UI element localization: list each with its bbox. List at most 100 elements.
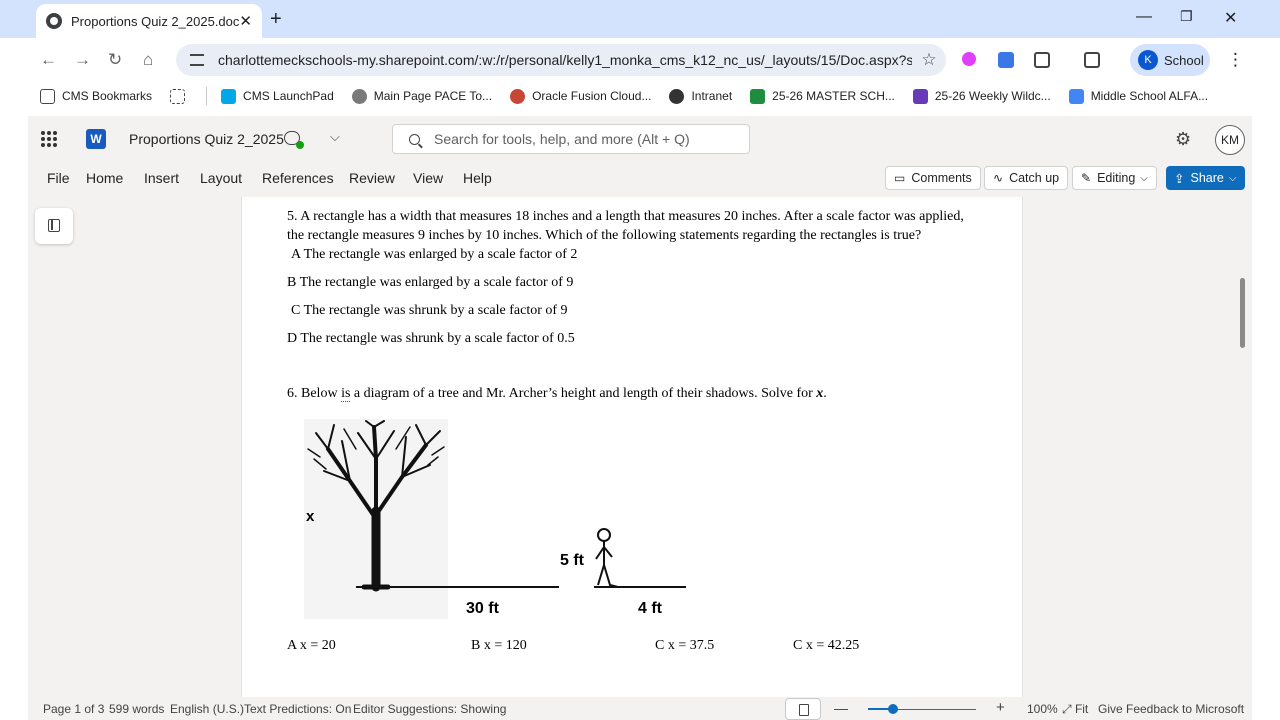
extension-icon[interactable] [962, 52, 976, 66]
minimize-icon[interactable]: — [1136, 8, 1152, 26]
cloud-saved-icon[interactable] [284, 131, 304, 149]
tree-height-label: x [306, 508, 315, 525]
document-title[interactable]: Proportions Quiz 2_2025 [129, 131, 284, 147]
browser-tab-strip: Proportions Quiz 2_2025.docx ✕ + — ❐ ✕ [0, 0, 1280, 38]
profile-avatar: K [1138, 50, 1158, 70]
fit-button[interactable]: ⤢ Fit [1062, 702, 1088, 717]
tree-shadow-diagram: x 30 ft 5 ft 4 ft [304, 419, 686, 619]
home-icon[interactable]: ⌂ [143, 50, 153, 70]
search-input[interactable]: Search for tools, help, and more (Alt + … [392, 124, 750, 154]
bookmark-item[interactable]: Main Page PACE To... [351, 88, 492, 104]
bookmark-item[interactable]: CMS LaunchPad [221, 88, 334, 104]
apps-grid[interactable] [170, 88, 192, 104]
menu-view[interactable]: View [413, 170, 443, 186]
status-bar: Page 1 of 3 599 words English (U.S.) Tex… [28, 698, 1252, 720]
restore-icon[interactable]: ❐ [1180, 8, 1193, 25]
q5-option-a: A The rectangle was enlarged by a scale … [291, 247, 578, 262]
word-count[interactable]: 599 words [109, 702, 164, 716]
zoom-in-button[interactable]: + [996, 699, 1005, 716]
comments-button[interactable]: ▭ Comments [885, 166, 981, 190]
docs-icon [1068, 88, 1084, 104]
vertical-scrollbar[interactable] [1240, 278, 1245, 348]
bookmark-item[interactable]: Middle School ALFA... [1068, 88, 1208, 104]
editor-suggestions-status[interactable]: Editor Suggestions: Showing [353, 702, 506, 716]
menu-references[interactable]: References [262, 170, 334, 186]
forward-icon[interactable]: → [74, 50, 91, 70]
menu-home[interactable]: Home [86, 170, 123, 186]
tree-shadow-label: 30 ft [466, 600, 500, 617]
bookmark-star-icon[interactable]: ☆ [912, 50, 946, 70]
q6-prompt: 6. Below is a diagram of a tree and Mr. … [287, 386, 827, 402]
bookmark-item[interactable]: Oracle Fusion Cloud... [510, 88, 651, 104]
folder-icon [40, 88, 55, 104]
globe-icon [46, 13, 62, 29]
profile-label: School [1164, 52, 1204, 68]
q5-option-c: C The rectangle was shrunk by a scale fa… [291, 303, 568, 318]
catch-up-icon: ∿ [993, 171, 1004, 185]
comment-icon: ▭ [894, 171, 906, 185]
close-tab-icon[interactable]: ✕ [239, 12, 252, 30]
share-button[interactable]: ⇪ Share ⌵ [1166, 166, 1245, 190]
oracle-icon [510, 88, 526, 104]
bookmarks-bar: CMS Bookmarks CMS LaunchPad Main Page PA… [0, 82, 1280, 110]
zoom-level[interactable]: 100% [1027, 702, 1058, 716]
side-panel-icon[interactable] [1084, 52, 1100, 68]
search-icon [409, 133, 420, 145]
bookmark-item[interactable]: 25-26 Weekly Wildc... [912, 88, 1051, 104]
menu-file[interactable]: File [47, 170, 70, 186]
app-launcher-icon[interactable] [41, 131, 57, 147]
extensions-puzzle-icon[interactable] [1034, 52, 1050, 68]
share-icon: ⇪ [1174, 171, 1185, 186]
url-text[interactable]: charlottemeckschools-my.sharepoint.com/:… [218, 52, 912, 68]
fit-icon: ⤢ [1062, 702, 1075, 716]
browser-tab[interactable]: Proportions Quiz 2_2025.docx ✕ [36, 4, 262, 38]
editing-mode-button[interactable]: ✎ Editing ⌵ [1072, 166, 1157, 190]
bookmark-item[interactable]: 25-26 MASTER SCH... [750, 88, 895, 104]
account-avatar[interactable]: KM [1215, 125, 1245, 155]
menu-insert[interactable]: Insert [144, 170, 179, 186]
q6-option-c: C x = 37.5 [655, 638, 715, 653]
zoom-out-button[interactable]: — [834, 700, 848, 716]
back-icon[interactable]: ← [40, 50, 57, 70]
print-layout-view-button[interactable] [785, 698, 821, 720]
feedback-link[interactable]: Give Feedback to Microsoft [1098, 702, 1244, 716]
word-logo-icon[interactable]: W [86, 129, 106, 149]
q5-option-d: D The rectangle was shrunk by a scale fa… [287, 331, 575, 346]
profile-button[interactable]: K School [1130, 44, 1210, 76]
navigation-pane-button[interactable] [35, 208, 73, 244]
new-tab-button[interactable]: + [270, 8, 282, 31]
document-page[interactable]: 5. A rectangle has a width that measures… [241, 197, 1023, 697]
menu-review[interactable]: Review [349, 170, 395, 186]
word-app: W Proportions Quiz 2_2025 ⌵ Search for t… [28, 116, 1252, 720]
page-count[interactable]: Page 1 of 3 [43, 702, 104, 716]
word-header: W Proportions Quiz 2_2025 ⌵ Search for t… [28, 116, 1252, 162]
browser-toolbar: ← → ↻ ⌂ charlottemeckschools-my.sharepoi… [0, 38, 1280, 82]
language-status[interactable]: English (U.S.) [170, 702, 244, 716]
q5-option-b: B The rectangle was enlarged by a scale … [287, 275, 574, 290]
q6-option-a: A x = 20 [287, 638, 336, 653]
grammar-flag[interactable]: is [341, 386, 351, 402]
text-predictions-status[interactable]: Text Predictions: On [244, 702, 351, 716]
bookmark-item[interactable]: CMS Bookmarks [40, 88, 152, 104]
pane-icon [48, 219, 60, 232]
settings-gear-icon[interactable]: ⚙ [1175, 129, 1191, 150]
zoom-slider-thumb[interactable] [888, 704, 898, 714]
q6-option-b: B x = 120 [471, 638, 527, 653]
q6-option-d: C x = 42.25 [793, 638, 860, 653]
browser-menu-icon[interactable]: ⋮ [1227, 50, 1244, 70]
chevron-down-icon[interactable]: ⌵ [330, 129, 340, 145]
menu-help[interactable]: Help [463, 170, 492, 186]
chevron-down-icon: ⌵ [1140, 172, 1148, 184]
menu-layout[interactable]: Layout [200, 170, 242, 186]
extension-icon[interactable] [998, 52, 1014, 68]
close-window-icon[interactable]: ✕ [1224, 8, 1237, 28]
site-info-icon[interactable] [190, 54, 204, 66]
reload-icon[interactable]: ↻ [108, 50, 122, 70]
catch-up-button[interactable]: ∿ Catch up [984, 166, 1069, 190]
address-bar[interactable]: charlottemeckschools-my.sharepoint.com/:… [176, 44, 946, 76]
ribbon-menu: File Home Insert Layout References Revie… [28, 162, 1252, 194]
search-placeholder: Search for tools, help, and more (Alt + … [434, 131, 690, 147]
globe-icon [669, 88, 685, 104]
bookmark-item[interactable]: Intranet [669, 88, 732, 104]
person-height-label: 5 ft [560, 552, 585, 569]
